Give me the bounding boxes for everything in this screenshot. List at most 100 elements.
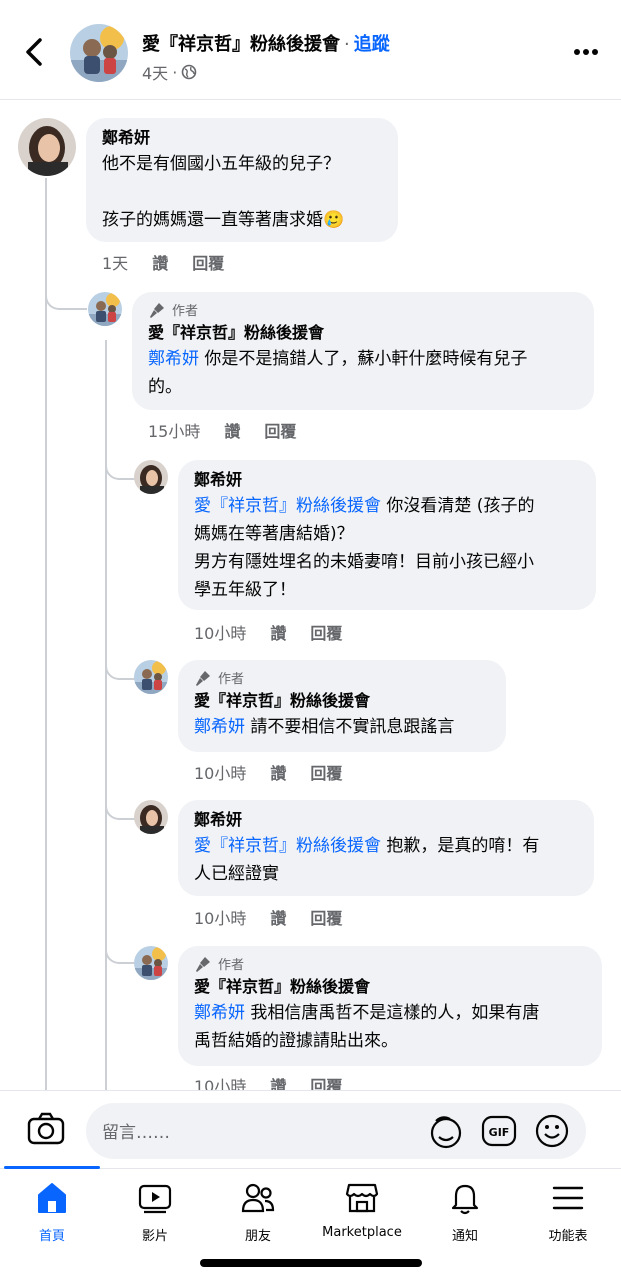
tab-video[interactable]: 影片 [103,1181,207,1251]
profile-photo-icon [134,800,168,834]
page-reply-avatar[interactable] [88,292,122,326]
like-button[interactable]: 讚 [152,250,168,274]
page-name[interactable]: 愛『祥京哲』粉絲後援會 [142,34,340,55]
comment-bubble: 鄭希妍 他不是有個國小五年級的兒子？ 孩子的媽媽還一直等著唐求婚🥲 [86,118,398,242]
comment-time[interactable]: 10小時 [194,620,246,644]
comment-time[interactable]: 10小時 [194,760,246,784]
commenter-avatar[interactable] [18,118,76,176]
comment-actions: 15小時 讚 回覆 [148,418,296,442]
comment-bubble: 鄭希妍 愛『祥京哲』粉絲後援會 你沒看清楚 (孩子的 媽媽在等著唐結婚)？ 男方… [178,460,596,610]
tab-marketplace[interactable]: Marketplace [310,1181,414,1251]
comment-line: 男方有隱姓埋名的未婚妻唷！目前小孩已經小 [194,552,534,572]
like-button[interactable]: 讚 [270,905,286,929]
gif-button[interactable]: GIF [481,1113,517,1149]
commenter-name[interactable]: 愛『祥京哲』粉絲後援會 [194,689,490,713]
commenter-avatar[interactable] [134,800,168,834]
page-reply-avatar[interactable] [134,660,168,694]
comment-line: 學五年級了！ [194,580,296,600]
commenter-name[interactable]: 鄭希妍 [194,468,580,492]
comment-time[interactable]: 10小時 [194,905,246,929]
page-reply-avatar[interactable] [134,946,168,980]
comment-line: 請不要相信不實訊息跟謠言 [245,717,455,737]
bell-icon [451,1184,479,1215]
home-indicator [200,1259,422,1267]
avatar-sticker-button[interactable] [428,1113,464,1149]
back-button[interactable] [20,34,50,70]
comment-line: 的。 [148,377,182,397]
commenter-avatar[interactable] [134,460,168,494]
camera-button[interactable] [26,1111,66,1147]
mention-link[interactable]: 愛『祥京哲』粉絲後援會 [194,836,381,856]
like-button[interactable]: 讚 [270,620,286,644]
like-button[interactable]: 讚 [270,760,286,784]
comment-line: 禹哲結婚的證據請貼出來。 [194,1031,398,1051]
comment-actions: 10小時 讚 回覆 [194,1073,342,1090]
comment-time[interactable]: 1天 [102,250,128,274]
comment-text: 他不是有個國小五年級的兒子？ 孩子的媽媽還一直等著唐求婚🥲 [102,150,382,234]
tab-notifications[interactable]: 通知 [413,1181,517,1251]
comment-line: 你是不是搞錯人了，蘇小軒什麼時候有兒子 [199,349,528,369]
page-avatar[interactable] [70,24,128,82]
comment-text: 鄭希妍 你是不是搞錯人了，蘇小軒什麼時候有兒子 的。 [148,345,578,401]
mention-link[interactable]: 鄭希妍 [148,349,199,369]
tab-home[interactable]: 首頁 [0,1181,104,1251]
cartoon-avatar-icon [88,292,122,326]
reply-button[interactable]: 回覆 [310,620,342,644]
tab-friends[interactable]: 朋友 [206,1181,310,1251]
mention-link[interactable]: 愛『祥京哲』粉絲後援會 [194,496,381,516]
video-icon [138,1184,172,1214]
reply-button[interactable]: 回覆 [310,1073,342,1090]
comment-text: 愛『祥京哲』粉絲後援會 你沒看清楚 (孩子的 媽媽在等著唐結婚)？ 男方有隱姓埋… [194,492,580,604]
microphone-icon [196,956,210,972]
author-badge: 作者 [194,668,490,687]
comment-time[interactable]: 10小時 [194,1073,246,1090]
tab-menu[interactable]: 功能表 [516,1181,620,1251]
comment-line [102,178,382,206]
mention-link[interactable]: 鄭希妍 [194,1003,245,1023]
comment-line: 媽媽在等著唐結婚)？ [194,524,354,544]
post-time[interactable]: 4天 [142,60,168,84]
comment-actions: 10小時 讚 回覆 [194,905,342,929]
mention-link[interactable]: 鄭希妍 [194,717,245,737]
cartoon-avatar-icon [70,24,128,82]
camera-icon [27,1112,65,1145]
thread-elbow [105,652,135,680]
emoji-button[interactable] [534,1113,570,1149]
commenter-name[interactable]: 愛『祥京哲』粉絲後援會 [148,321,578,345]
reply-button[interactable]: 回覆 [264,418,296,442]
comment-line: 抱歉，是真的唷！有 [381,836,540,856]
comment-line: 我相信唐禹哲不是這樣的人，如果有唐 [245,1003,540,1023]
microphone-icon [150,302,164,318]
commenter-name[interactable]: 愛『祥京哲』粉絲後援會 [194,975,586,999]
author-badge-label: 作者 [218,958,245,973]
author-badge-label: 作者 [218,672,245,687]
tab-label: 影片 [141,1229,168,1244]
comment-bubble: 作者 愛『祥京哲』粉絲後援會 鄭希妍 你是不是搞錯人了，蘇小軒什麼時候有兒子 的… [132,292,594,410]
comment-actions: 1天 讚 回覆 [102,250,224,274]
tab-label: Marketplace [322,1225,402,1240]
more-options-button[interactable] [573,44,599,58]
author-badge-label: 作者 [172,304,199,319]
follow-button[interactable]: 追蹤 [354,34,390,55]
comment-actions: 10小時 讚 回覆 [194,760,342,784]
commenter-name[interactable]: 鄭希妍 [102,126,382,150]
comment-bubble: 作者 愛『祥京哲』粉絲後援會 鄭希妍 請不要相信不實訊息跟謠言 [178,660,506,752]
tab-label: 首頁 [38,1229,65,1244]
comment-time[interactable]: 15小時 [148,418,200,442]
profile-photo-icon [18,118,76,176]
smiley-icon [535,1114,569,1148]
like-button[interactable]: 讚 [224,418,240,442]
reply-button[interactable]: 回覆 [310,760,342,784]
meta-separator: · [172,62,178,82]
comment-bubble: 作者 愛『祥京哲』粉絲後援會 鄭希妍 我相信唐禹哲不是這樣的人，如果有唐 禹哲結… [178,946,602,1066]
chevron-left-icon [26,38,42,66]
post-meta: 4天 · [142,60,197,84]
thread-elbow [105,936,135,964]
reply-button[interactable]: 回覆 [310,905,342,929]
cartoon-avatar-icon [134,946,168,980]
thread-elbow [105,452,135,480]
like-button[interactable]: 讚 [270,1073,286,1090]
commenter-name[interactable]: 鄭希妍 [194,808,578,832]
comment-input[interactable]: 留言…… GIF [86,1103,586,1159]
reply-button[interactable]: 回覆 [192,250,224,274]
